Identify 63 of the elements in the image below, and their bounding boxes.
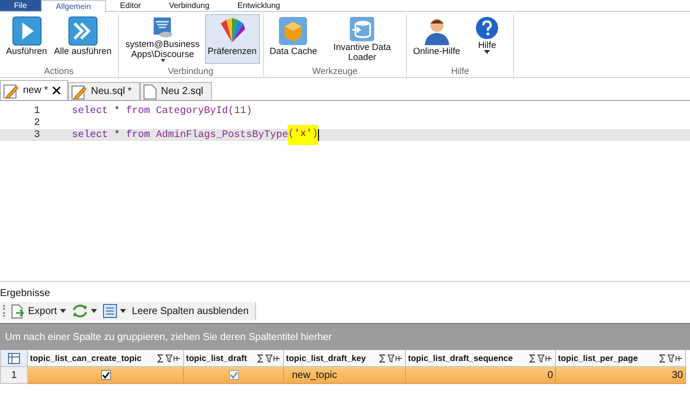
panel-title: Ergebnisse — [0, 288, 52, 299]
column-header[interactable]: topic_list_per_page — [556, 350, 686, 367]
column-header[interactable]: topic_list_draft — [184, 350, 284, 367]
ribbon-button[interactable]: Online-Hilfe — [410, 14, 464, 64]
group-label: Hilfe — [451, 66, 470, 77]
close-icon[interactable] — [52, 86, 62, 95]
ribbon-tab[interactable]: Editor — [106, 0, 155, 11]
column-header[interactable]: topic_list_draft_sequence — [406, 350, 556, 367]
line-number: 1 — [32, 106, 40, 116]
column-tools-icon — [529, 354, 553, 362]
document-arrow-icon — [11, 304, 25, 318]
column-tools-icon — [157, 354, 181, 362]
table-cell: 30 — [556, 367, 686, 384]
caret-icon — [120, 309, 126, 313]
table-icon — [8, 352, 20, 364]
line-number: 2 — [32, 118, 40, 128]
table-cell: 0 — [406, 367, 556, 384]
page-icon — [143, 84, 158, 100]
column-header[interactable]: topic_list_can_create_topic — [28, 350, 184, 367]
table-cell: new_topic — [284, 367, 406, 384]
column-tools-icon — [257, 354, 281, 362]
play-icon — [12, 16, 42, 46]
help-icon — [475, 16, 500, 40]
hint-text: Um nach einer Spalte zu gruppieren, ziehen Sie deren Spaltentitel hierher — [5, 332, 332, 342]
pencil-page-icon — [3, 82, 19, 98]
ribbon-tab[interactable]: Allgemein — [40, 0, 106, 12]
ribbon-button[interactable]: Ausführen — [3, 14, 50, 64]
column-tools-icon — [379, 354, 403, 362]
group-label: Actions — [44, 66, 74, 77]
group-label: Verbindung — [168, 66, 214, 77]
ribbon-button[interactable]: Alle ausführen — [51, 14, 115, 64]
toolbar-button[interactable]: Export — [9, 304, 68, 318]
line-number: 3 — [32, 130, 40, 140]
group-label: Werkzeuge — [312, 66, 358, 77]
double-chevron-icon — [68, 16, 98, 46]
caret-icon — [484, 50, 490, 54]
ribbon-button[interactable]: Präferenzen — [204, 14, 260, 64]
ribbon-tab[interactable]: File — [0, 0, 41, 11]
caret-icon — [60, 309, 66, 313]
list-icon — [102, 304, 117, 318]
code-line: select * from AdminFlags_PostsByType('x') — [72, 125, 320, 145]
column-tools-icon — [659, 354, 683, 362]
checkbox[interactable] — [100, 370, 110, 380]
ribbon-button[interactable]: Hilfe — [464, 14, 510, 64]
ribbon-button[interactable]: Data Cache — [266, 14, 320, 64]
caret-icon — [90, 309, 97, 313]
ribbon-button[interactable]: system@Business Apps\Discourse — [122, 14, 204, 64]
ribbon-button[interactable]: Invantive Data Loader — [321, 14, 404, 64]
document-tab[interactable]: Neu.sql * — [68, 82, 140, 100]
row-number: 1 — [0, 367, 28, 384]
toolbar-button[interactable]: Leere Spalten ausblenden — [130, 306, 251, 316]
code-line: select * from CategoryById(11) — [72, 106, 252, 116]
ribbon-tab[interactable]: Verbindung — [154, 0, 224, 11]
cube-icon — [278, 16, 308, 46]
ribbon-tab[interactable]: Entwicklung — [223, 0, 294, 11]
column-header[interactable]: topic_list_draft_key — [284, 350, 406, 367]
pencil-page-icon — [71, 84, 88, 100]
caret-icon — [160, 58, 166, 62]
toolbar-button[interactable] — [100, 304, 128, 318]
document-tab[interactable]: Neu 2.sql — [140, 82, 212, 100]
refresh-icon — [72, 304, 88, 318]
document-tab[interactable]: new * — [0, 80, 68, 100]
grid-corner[interactable] — [0, 350, 28, 367]
